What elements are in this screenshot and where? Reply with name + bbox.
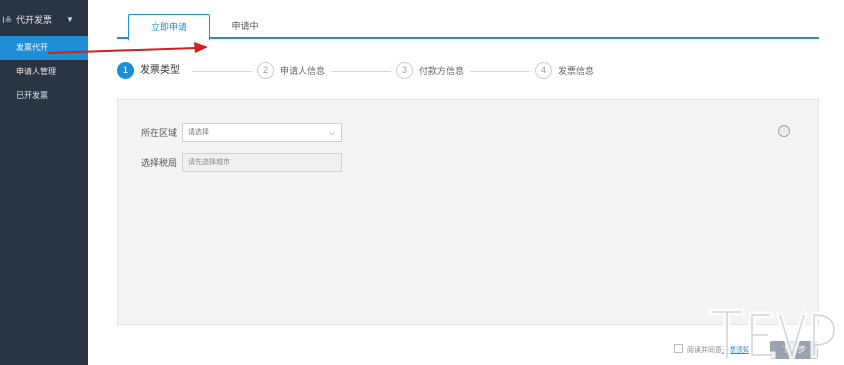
step-label: 发票类型	[140, 65, 180, 76]
sidebar-group-invoicing[interactable]: Ⅰ≗ 代开发票 ▼	[0, 8, 88, 32]
tab-apply-now[interactable]: 立即申请	[128, 14, 210, 41]
sidebar-group-label: 代开发票	[16, 15, 53, 25]
tax-office-placeholder: 请先选择城市	[188, 159, 230, 166]
region-select-value: 请选择	[188, 129, 209, 136]
step-number: 4	[535, 62, 552, 79]
invoice-icon: Ⅰ≗	[2, 15, 13, 25]
caret-down-icon: ▼	[66, 15, 74, 24]
chevron-down-icon: ⌵	[328, 128, 335, 137]
sidebar-item-label: 发票代开	[16, 43, 48, 52]
agree-checkbox[interactable]	[674, 344, 683, 353]
agree-prefix: 阅读并同意	[687, 347, 722, 354]
sidebar-item-issued-invoices[interactable]: 已开发票	[0, 84, 88, 108]
tax-office-label: 选择税局	[141, 158, 178, 168]
sidebar-item-issue-invoice[interactable]: 发票代开	[0, 36, 88, 60]
sidebar-item-applicant-management[interactable]: 申请人管理	[0, 60, 88, 84]
step-label: 发票信息	[558, 66, 595, 76]
step-connector	[331, 71, 391, 72]
info-icon[interactable]: ⓘ	[778, 125, 790, 137]
step-label: 申请人信息	[280, 66, 326, 76]
step-label: 付款方信息	[419, 66, 465, 76]
next-step-button[interactable]: 下一步	[770, 341, 818, 359]
step-connector	[470, 71, 530, 72]
step-connector	[192, 71, 252, 72]
region-select[interactable]: 请选择 ⌵	[182, 123, 342, 142]
agreement-link[interactable]: 开票须知	[722, 347, 750, 354]
tab-in-progress[interactable]: 申请中	[215, 14, 275, 38]
step-number: 2	[257, 62, 274, 79]
tax-office-select[interactable]: 请先选择城市	[182, 153, 342, 172]
step-number: 3	[396, 62, 413, 79]
agreement: 阅读并同意开票须知	[674, 344, 750, 356]
step-number: 1	[117, 62, 134, 79]
sidebar: Ⅰ≗ 代开发票 ▼ 发票代开 申请人管理 已开发票	[0, 0, 88, 365]
sidebar-item-label: 申请人管理	[16, 67, 56, 76]
sidebar-item-label: 已开发票	[16, 91, 48, 100]
region-label: 所在区域	[141, 128, 178, 138]
